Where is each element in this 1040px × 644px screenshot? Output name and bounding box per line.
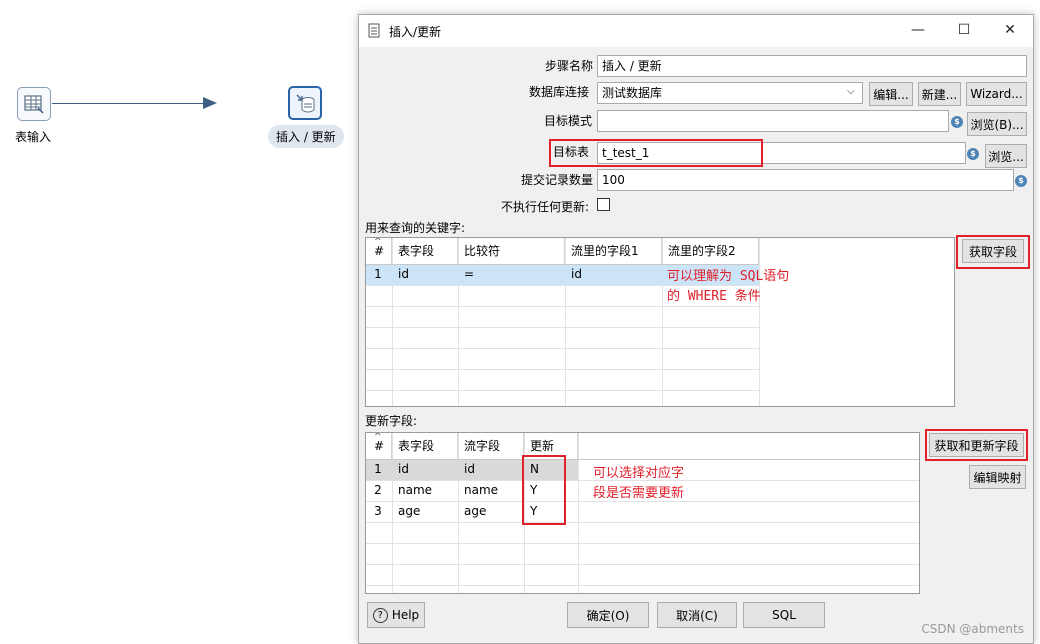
dialog-title: 插入/更新 xyxy=(389,25,442,39)
minimize-button[interactable]: — xyxy=(895,15,941,45)
connection-select[interactable]: 测试数据库 xyxy=(597,82,863,104)
cancel-button[interactable]: 取消(C) xyxy=(657,602,737,628)
watermark: CSDN @abments xyxy=(921,622,1024,636)
no-update-label: 不执行任何更新: xyxy=(501,200,590,214)
new-connection-button[interactable]: 新建... xyxy=(918,82,961,106)
update-annotation-line2: 段是否需要更新 xyxy=(593,486,685,501)
keys-annotation-line2: 的 WHERE 条件 xyxy=(667,289,761,304)
update-table: # ^ 表字段 流字段 更新 1 id id N 2 name name Y 3… xyxy=(365,432,920,594)
wizard-button[interactable]: Wizard... xyxy=(966,82,1027,106)
schema-input[interactable] xyxy=(597,110,949,132)
grid-line xyxy=(366,585,919,586)
grid-line xyxy=(366,348,759,349)
grid-line xyxy=(759,238,760,406)
close-button[interactable]: ✕ xyxy=(987,15,1033,45)
dialog-titlebar[interactable]: 插入/更新 — ☐ ✕ xyxy=(359,15,1033,47)
keys-col-stream-field1[interactable]: 流里的字段1 xyxy=(565,238,662,264)
dialog-app-icon xyxy=(368,23,380,38)
variable-icon: $ xyxy=(1015,175,1027,187)
maximize-button[interactable]: ☐ xyxy=(941,15,987,45)
insert-update-icon xyxy=(296,94,315,113)
update-table-field-cell[interactable]: name xyxy=(392,480,432,501)
key-table-field-cell[interactable]: id xyxy=(392,264,409,285)
update-section-label: 更新字段: xyxy=(365,414,418,428)
update-table-field-cell[interactable]: id xyxy=(392,459,409,480)
key-stream-field1-cell[interactable]: id xyxy=(565,264,582,285)
sort-caret-icon: ^ xyxy=(374,432,382,442)
table-input-node-icon[interactable] xyxy=(17,87,51,121)
grid-line xyxy=(366,369,759,370)
keys-col-comparator[interactable]: 比较符 xyxy=(458,238,565,264)
row-number: 1 xyxy=(374,462,382,476)
grid-line xyxy=(366,390,759,391)
get-update-fields-highlight xyxy=(925,429,1028,461)
commit-size-label: 提交记录数量 xyxy=(521,173,594,187)
grid-line xyxy=(366,564,919,565)
table-input-node-label: 表输入 xyxy=(15,130,52,144)
grid-line xyxy=(366,543,919,544)
help-button-label: Help xyxy=(391,608,420,622)
hop-arrow-icon xyxy=(203,97,217,109)
connection-label: 数据库连接 xyxy=(529,85,590,99)
update-annotation-line1: 可以选择对应字 xyxy=(593,466,685,481)
hop-line[interactable] xyxy=(52,103,208,104)
step-name-input[interactable]: 插入 / 更新 xyxy=(597,55,1027,77)
keys-table: # ^ 表字段 比较符 流里的字段1 流里的字段2 1 id = id xyxy=(365,237,955,407)
update-stream-field-cell[interactable]: age xyxy=(458,501,486,522)
keys-col-table-field[interactable]: 表字段 xyxy=(392,238,458,264)
keys-annotation-line1: 可以理解为 SQL语句 xyxy=(667,269,790,284)
update-column-highlight xyxy=(522,455,566,525)
update-stream-field-cell[interactable]: name xyxy=(458,480,498,501)
insert-update-node-label: 插入 / 更新 xyxy=(268,125,344,148)
ok-button[interactable]: 确定(O) xyxy=(567,602,649,628)
commit-size-input[interactable]: 100 xyxy=(597,169,1014,191)
update-col-table-field[interactable]: 表字段 xyxy=(392,433,458,459)
row-number: 1 xyxy=(374,267,382,281)
table-input-icon xyxy=(24,95,44,114)
insert-update-node-icon[interactable] xyxy=(288,86,322,120)
sql-button[interactable]: SQL xyxy=(743,602,825,628)
edit-mapping-button[interactable]: 编辑映射 xyxy=(969,465,1026,489)
row-number: 3 xyxy=(374,504,382,518)
chevron-down-icon[interactable]: ⌵ xyxy=(847,86,855,97)
insert-update-dialog: 插入/更新 — ☐ ✕ 步骤名称 插入 / 更新 数据库连接 测试数据库 ⌵ 编… xyxy=(358,14,1034,644)
variable-icon: $ xyxy=(951,116,963,128)
sort-caret-icon: ^ xyxy=(374,237,382,247)
key-comparator-cell[interactable]: = xyxy=(458,264,474,285)
get-fields-highlight xyxy=(956,235,1030,269)
target-table-highlight xyxy=(549,139,763,167)
grid-line xyxy=(366,522,919,523)
edit-connection-button[interactable]: 编辑... xyxy=(869,82,913,106)
row-number: 2 xyxy=(374,483,382,497)
keys-section-label: 用来查询的关键字: xyxy=(365,221,466,235)
browse-table-button[interactable]: 浏览... xyxy=(985,144,1027,168)
schema-label: 目标模式 xyxy=(544,114,593,128)
help-button[interactable]: ? Help xyxy=(367,602,425,628)
grid-line xyxy=(366,327,759,328)
browse-schema-button[interactable]: 浏览(B)... xyxy=(967,112,1027,136)
update-table-field-cell[interactable]: age xyxy=(392,501,420,522)
grid-line xyxy=(578,433,579,593)
no-update-checkbox[interactable] xyxy=(597,198,610,211)
step-name-label: 步骤名称 xyxy=(545,59,594,73)
update-col-stream-field[interactable]: 流字段 xyxy=(458,433,524,459)
help-icon: ? xyxy=(372,607,388,623)
update-stream-field-cell[interactable]: id xyxy=(458,459,475,480)
keys-col-stream-field2[interactable]: 流里的字段2 xyxy=(662,238,759,264)
variable-icon: $ xyxy=(967,148,979,160)
